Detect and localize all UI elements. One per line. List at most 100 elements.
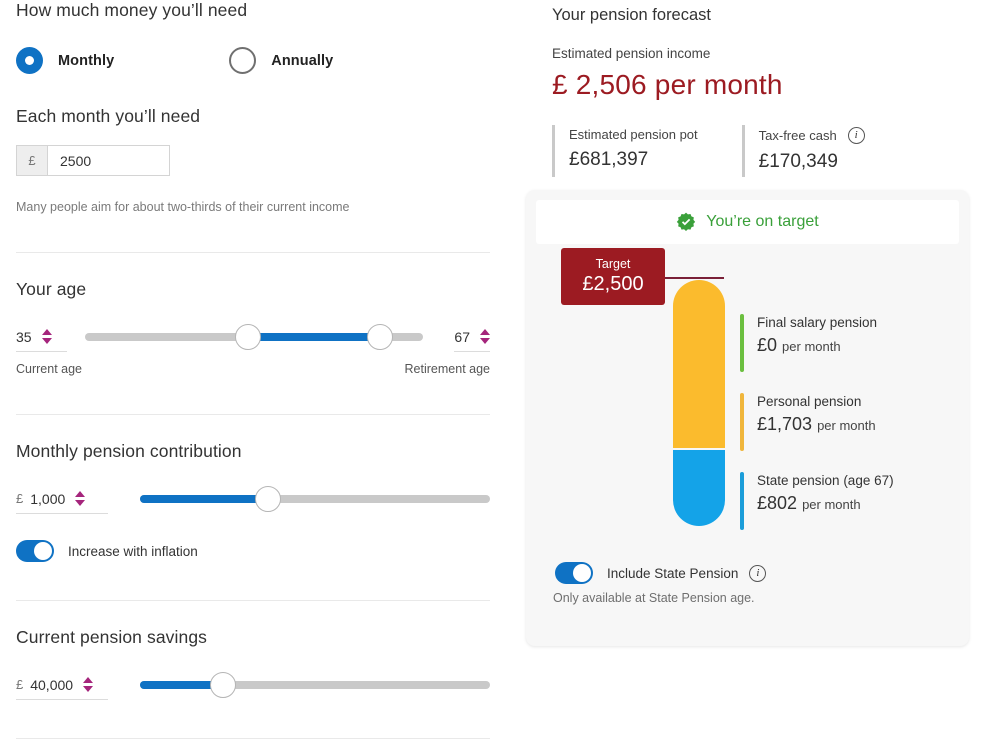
radio-label-annually: Annually bbox=[271, 52, 334, 69]
page-title: How much money you’ll need bbox=[16, 0, 248, 20]
chart-legend: Final salary pension £0 per month Person… bbox=[740, 314, 950, 551]
stepper-up-icon[interactable] bbox=[41, 329, 52, 335]
contribution-stepper[interactable] bbox=[75, 491, 86, 506]
age-section-title: Your age bbox=[16, 279, 87, 299]
need-field-title: Each month you’ll need bbox=[16, 106, 201, 126]
target-caption: Target bbox=[595, 257, 631, 271]
frequency-radio-group: Monthly Annually bbox=[16, 47, 490, 74]
savings-slider-row: £ 40,000 bbox=[16, 670, 490, 700]
info-icon[interactable]: i bbox=[847, 127, 865, 144]
currency-prefix: £ bbox=[17, 146, 48, 175]
pension-breakdown-chart: Target £2,500 Final salary pension £0 pe… bbox=[526, 190, 969, 646]
stepper-down-icon[interactable] bbox=[41, 338, 52, 344]
stat-pension-pot: Estimated pension pot £681,397 bbox=[552, 125, 698, 177]
radio-selected-icon bbox=[16, 47, 43, 74]
legend-item-personal-pension: Personal pension £1,703 per month bbox=[740, 393, 950, 451]
retirement-age-caption: Retirement age bbox=[404, 362, 490, 376]
stepper-up-icon[interactable] bbox=[83, 677, 94, 683]
contribution-slider-row: £ 1,000 bbox=[16, 484, 490, 514]
contribution-field[interactable]: £ 1,000 bbox=[16, 484, 108, 514]
inflation-toggle-row[interactable]: Increase with inflation bbox=[16, 540, 490, 562]
age-slider-fill bbox=[248, 333, 380, 341]
stepper-down-icon[interactable] bbox=[83, 686, 94, 692]
stepper-down-icon[interactable] bbox=[75, 500, 86, 506]
estimated-income-value: £ 2,506 per month bbox=[552, 69, 783, 100]
legend-color-final-salary bbox=[740, 314, 744, 372]
savings-slider-track[interactable] bbox=[140, 672, 490, 698]
legend-item-state-pension: State pension (age 67) £802 per month bbox=[740, 472, 950, 530]
savings-slider-handle[interactable] bbox=[210, 672, 236, 698]
legend-label-state-pension: State pension (age 67) bbox=[757, 473, 894, 488]
radio-option-monthly[interactable]: Monthly bbox=[16, 47, 114, 74]
contribution-slider-fill bbox=[140, 495, 268, 503]
savings-section-title: Current pension savings bbox=[16, 627, 208, 647]
contribution-slider-handle[interactable] bbox=[255, 486, 281, 512]
include-state-pension-row[interactable]: Include State Pension i bbox=[555, 562, 767, 584]
age-captions: Current age Retirement age bbox=[16, 362, 490, 376]
savings-currency: £ bbox=[16, 677, 24, 692]
inflation-toggle[interactable] bbox=[16, 540, 54, 562]
stat-pension-pot-label: Estimated pension pot bbox=[569, 127, 698, 142]
include-state-pension-label: Include State Pension bbox=[607, 565, 739, 581]
legend-per-final-salary: per month bbox=[782, 339, 841, 354]
legend-color-personal-pension bbox=[740, 393, 744, 451]
contribution-currency: £ bbox=[16, 491, 24, 506]
forecast-result-card: You’re on target Target £2,500 Final sal… bbox=[526, 190, 969, 646]
legend-value-personal-pension: £1,703 bbox=[757, 414, 813, 434]
inflation-toggle-label: Increase with inflation bbox=[68, 543, 198, 559]
savings-field[interactable]: £ 40,000 bbox=[16, 670, 108, 700]
contribution-section-title: Monthly pension contribution bbox=[16, 441, 242, 461]
current-age-caption: Current age bbox=[16, 362, 83, 376]
inputs-column: How much money you’ll need Monthly Annua… bbox=[16, 0, 490, 739]
stepper-down-icon[interactable] bbox=[480, 338, 490, 344]
stacked-bar bbox=[673, 280, 725, 526]
age-slider-handle-current[interactable] bbox=[235, 324, 261, 350]
target-badge: Target £2,500 bbox=[561, 248, 665, 305]
monthly-need-value: 2500 bbox=[60, 152, 92, 169]
retirement-age-field[interactable]: 67 bbox=[439, 322, 490, 352]
divider-1 bbox=[16, 252, 490, 253]
legend-label-personal-pension: Personal pension bbox=[757, 394, 862, 409]
stepper-up-icon[interactable] bbox=[480, 329, 490, 335]
target-value: £2,500 bbox=[582, 273, 644, 295]
contribution-slider-track[interactable] bbox=[140, 486, 490, 512]
bar-segment-state-pension bbox=[673, 450, 725, 526]
legend-color-state-pension bbox=[740, 472, 744, 530]
age-slider-handle-retirement[interactable] bbox=[367, 324, 393, 350]
legend-value-final-salary: £0 bbox=[757, 335, 778, 355]
stat-tax-free-cash-label: Tax-free cash bbox=[758, 128, 837, 143]
current-age-field[interactable]: 35 bbox=[16, 322, 67, 352]
radio-unselected-icon bbox=[229, 47, 257, 74]
savings-stepper[interactable] bbox=[83, 677, 94, 692]
legend-value-state-pension: £802 bbox=[757, 493, 798, 513]
stat-pension-pot-value: £681,397 bbox=[569, 149, 649, 170]
legend-per-personal-pension: per month bbox=[817, 418, 876, 433]
current-age-stepper[interactable] bbox=[41, 329, 52, 344]
savings-slider[interactable] bbox=[140, 672, 490, 698]
stepper-up-icon[interactable] bbox=[75, 491, 86, 497]
include-state-pension-toggle[interactable] bbox=[555, 562, 593, 584]
stat-tax-free-cash-value: £170,349 bbox=[758, 151, 838, 172]
radio-label-monthly: Monthly bbox=[58, 52, 115, 69]
legend-item-final-salary: Final salary pension £0 per month bbox=[740, 314, 950, 372]
forecast-column: Your pension forecast Estimated pension … bbox=[552, 0, 984, 177]
retirement-age-stepper[interactable] bbox=[480, 329, 490, 344]
contribution-slider[interactable] bbox=[140, 486, 490, 512]
forecast-title: Your pension forecast bbox=[552, 6, 711, 24]
stat-tax-free-cash: Tax-free cash i £170,349 bbox=[741, 125, 865, 177]
divider-3 bbox=[16, 600, 490, 601]
info-icon[interactable]: i bbox=[749, 564, 767, 582]
divider-2 bbox=[16, 414, 490, 415]
age-slider-row: 35 67 bbox=[16, 322, 490, 352]
age-slider-track[interactable] bbox=[85, 324, 423, 350]
age-range-slider[interactable] bbox=[85, 324, 423, 350]
radio-option-annually[interactable]: Annually bbox=[229, 47, 333, 74]
retirement-age-value: 67 bbox=[454, 328, 470, 345]
forecast-stats: Estimated pension pot £681,397 Tax-free … bbox=[552, 125, 984, 177]
need-helper-text: Many people aim for about two-thirds of … bbox=[16, 200, 350, 214]
monthly-need-input[interactable]: £ 2500 bbox=[16, 145, 170, 176]
contribution-value: 1,000 bbox=[30, 490, 66, 507]
savings-value: 40,000 bbox=[30, 676, 74, 693]
legend-per-state-pension: per month bbox=[802, 497, 861, 512]
state-pension-note: Only available at State Pension age. bbox=[553, 591, 755, 605]
